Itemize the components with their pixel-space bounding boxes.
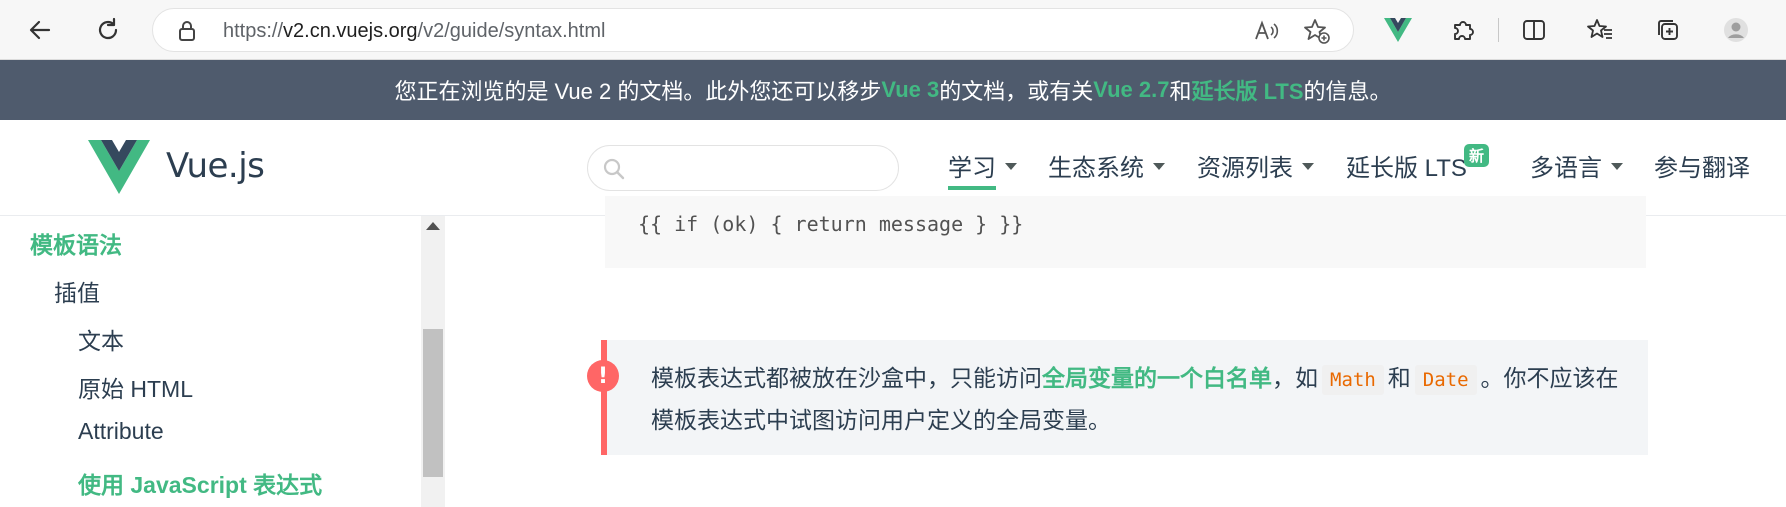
nav-learn[interactable]: 学习	[948, 148, 1017, 183]
nav-resources[interactable]: 资源列表	[1197, 148, 1314, 183]
sidebar-item-text[interactable]: 文本	[78, 322, 124, 356]
global-whitelist-link[interactable]: 全局变量的一个白名单	[1042, 365, 1272, 391]
vue3-link[interactable]: Vue 3	[881, 77, 939, 103]
vue-logo-icon	[1384, 18, 1412, 42]
extensions-button[interactable]	[1445, 12, 1481, 48]
browser-toolbar: https://v2.cn.vuejs.org/v2/guide/syntax.…	[0, 0, 1786, 60]
tip-text: 模板表达式都被放在沙盒中，只能访问全局变量的一个白名单，如 Math 和 Date 。你…	[651, 365, 1619, 433]
chevron-down-icon	[1611, 163, 1623, 170]
search-input[interactable]	[587, 145, 899, 191]
code-date: Date	[1414, 365, 1477, 395]
sidebar-item-interpolation[interactable]: 插值	[54, 274, 100, 308]
refresh-icon	[98, 17, 118, 40]
profile-button[interactable]	[1718, 12, 1754, 48]
toolbar-separator	[1498, 18, 1499, 42]
sidebar-item-raw-html[interactable]: 原始 HTML	[78, 370, 193, 404]
scroll-up-arrow-icon[interactable]	[426, 222, 440, 230]
code-math: Math	[1322, 365, 1384, 395]
version-notice-banner: 您正在浏览的是 Vue 2 的文档。此外您还可以移步 Vue 3 的文档，或有关…	[0, 60, 1786, 120]
sidebar-item-attribute[interactable]: Attribute	[78, 418, 164, 445]
back-arrow-icon	[29, 20, 51, 40]
vue-logo[interactable]	[88, 140, 150, 199]
lock-icon	[177, 19, 197, 48]
warning-tip: ! 模板表达式都被放在沙盒中，只能访问全局变量的一个白名单，如 Math 和 Date…	[587, 340, 1648, 455]
sidebar-item-js-expressions[interactable]: 使用 JavaScript 表达式	[78, 466, 322, 500]
add-favorite-icon[interactable]	[1303, 17, 1331, 45]
banner-text-4: 的信息。	[1303, 79, 1392, 104]
nav-active-indicator	[948, 186, 996, 190]
chevron-down-icon	[1302, 163, 1314, 170]
split-screen-icon	[1523, 20, 1545, 40]
collections-icon	[1658, 20, 1678, 40]
sidebar-item-template-syntax[interactable]: 模板语法	[30, 226, 122, 260]
banner-text-3: 和	[1169, 79, 1192, 104]
vue-logo-icon	[88, 140, 150, 194]
new-badge: 新	[1464, 144, 1490, 167]
search-icon	[602, 157, 626, 186]
lts-link[interactable]: 延长版 LTS	[1192, 74, 1304, 106]
read-aloud-icon[interactable]	[1253, 17, 1281, 45]
back-button[interactable]	[22, 12, 58, 48]
nav-languages[interactable]: 多语言	[1530, 148, 1623, 183]
favorites-button[interactable]	[1582, 12, 1618, 48]
nav-translate[interactable]: 参与翻译	[1654, 148, 1750, 183]
puzzle-icon	[1454, 21, 1474, 40]
scrollbar-thumb[interactable]	[423, 329, 443, 477]
chevron-down-icon	[1153, 163, 1165, 170]
vue-devtools-extension[interactable]	[1380, 12, 1416, 48]
banner-text-1: 您正在浏览的是 Vue 2 的文档。此外您还可以移步	[394, 79, 882, 104]
avatar-icon	[1724, 18, 1748, 42]
exclamation-icon: !	[587, 360, 619, 392]
address-bar[interactable]: https://v2.cn.vuejs.org/v2/guide/syntax.…	[152, 8, 1354, 52]
sidebar: 模板语法 插值 文本 原始 HTML Attribute 使用 JavaScri…	[0, 216, 445, 507]
code-line: {{ if (ok) { return message } }}	[638, 212, 1024, 236]
split-screen-button[interactable]	[1516, 12, 1552, 48]
banner-text-2: 的文档，或有关	[939, 79, 1094, 104]
refresh-button[interactable]	[90, 12, 126, 48]
site-title[interactable]: Vue.js	[166, 146, 265, 186]
nav-ecosystem[interactable]: 生态系统	[1048, 148, 1165, 183]
chevron-down-icon	[1005, 163, 1017, 170]
nav-lts[interactable]: 延长版 LTS	[1346, 148, 1467, 183]
collections-button[interactable]	[1650, 12, 1686, 48]
vue27-link[interactable]: Vue 2.7	[1093, 77, 1169, 103]
code-block: {{ if (ok) { return message } }}	[605, 196, 1646, 268]
url-text[interactable]: https://v2.cn.vuejs.org/v2/guide/syntax.…	[223, 20, 605, 43]
favorites-list-icon	[1587, 19, 1612, 39]
